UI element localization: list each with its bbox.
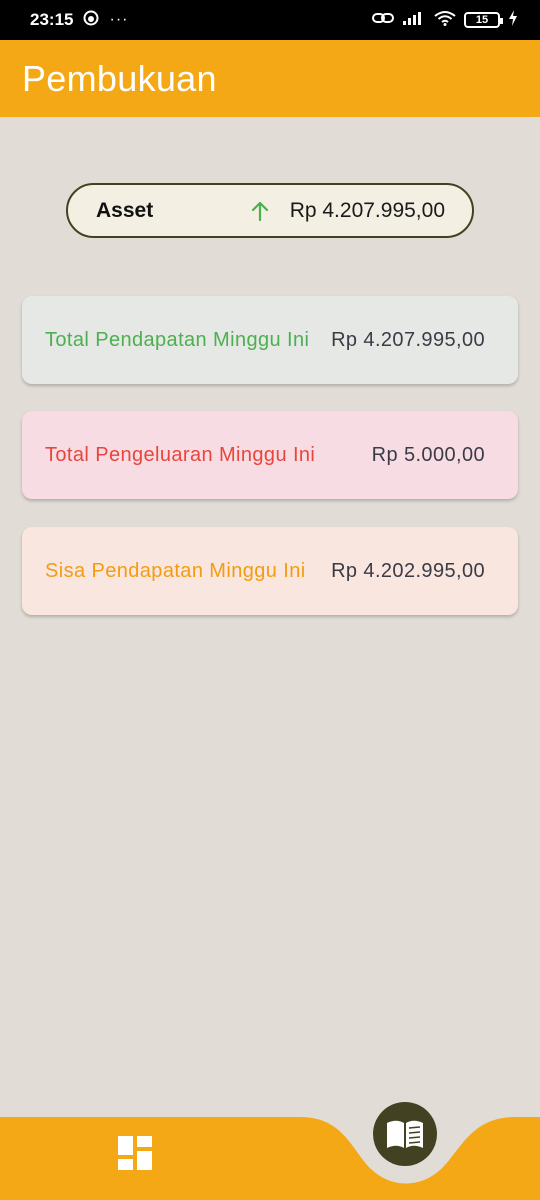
page-title: Pembukuan <box>22 57 217 99</box>
bottom-nav-background <box>0 1117 540 1200</box>
link-icon <box>372 10 394 31</box>
battery-indicator: 15 <box>464 12 503 28</box>
status-time: 23:15 <box>30 10 74 29</box>
dashboard-icon <box>118 1136 152 1170</box>
notification-icon <box>83 10 99 31</box>
asset-value: Rp 4.207.995,00 <box>289 198 445 222</box>
weekly-balance-label: Sisa Pendapatan Minggu Ini <box>45 559 306 582</box>
wifi-icon <box>434 10 456 31</box>
weekly-income-card[interactable]: Total Pendapatan Minggu Ini Rp 4.207.995… <box>22 296 518 384</box>
weekly-expense-card[interactable]: Total Pengeluaran Minggu Ini Rp 5.000,00 <box>22 411 518 499</box>
asset-summary[interactable]: Asset Rp 4.207.995,00 <box>66 183 474 238</box>
signal-icon <box>402 10 426 31</box>
weekly-balance-card[interactable]: Sisa Pendapatan Minggu Ini Rp 4.202.995,… <box>22 527 518 615</box>
status-left: 23:15 ··· <box>30 10 128 31</box>
more-notifications-indicator: ··· <box>109 11 129 28</box>
weekly-balance-value: Rp 4.202.995,00 <box>331 559 485 582</box>
nav-book-button[interactable] <box>373 1102 437 1166</box>
status-right: 15 <box>372 9 518 31</box>
weekly-expense-value: Rp 5.000,00 <box>371 443 485 466</box>
charging-icon <box>508 9 518 31</box>
weekly-income-value: Rp 4.207.995,00 <box>331 328 485 351</box>
app-bar: Pembukuan <box>0 40 540 117</box>
weekly-expense-label: Total Pengeluaran Minggu Ini <box>45 443 316 466</box>
book-icon <box>387 1120 423 1148</box>
weekly-income-label: Total Pendapatan Minggu Ini <box>45 328 310 351</box>
asset-label: Asset <box>96 198 154 222</box>
bottom-navigation <box>0 1100 540 1200</box>
nav-dashboard-button[interactable] <box>118 1136 152 1170</box>
status-bar: 23:15 ··· 15 <box>0 0 540 40</box>
arrow-up-icon <box>250 200 270 222</box>
